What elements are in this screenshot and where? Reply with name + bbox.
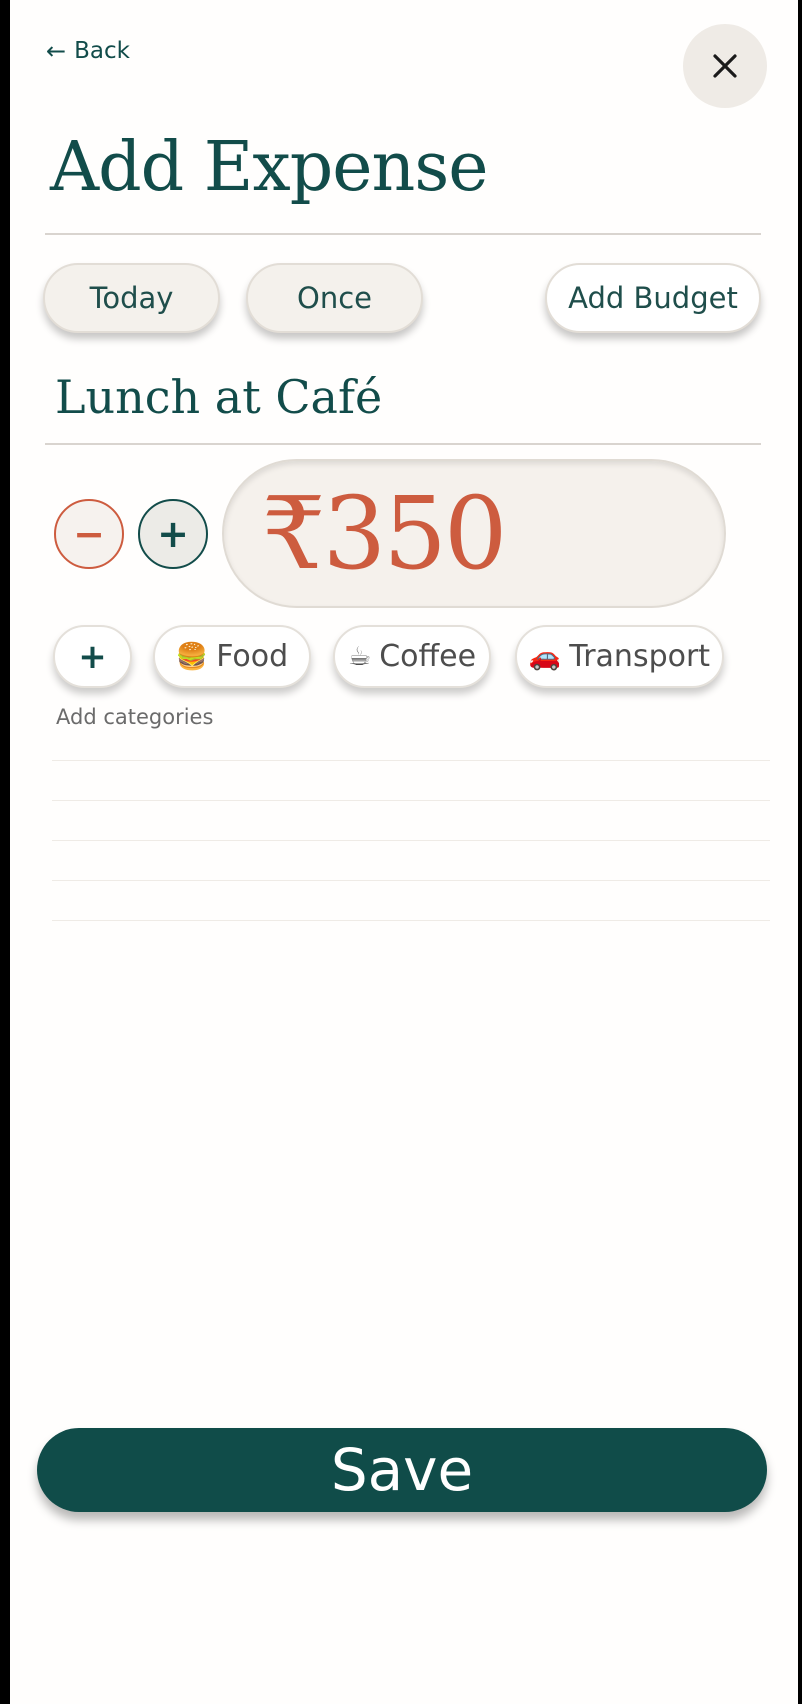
- increment-button[interactable]: +: [138, 499, 208, 569]
- ruled-line: [52, 920, 770, 921]
- add-category-button[interactable]: +: [53, 625, 132, 688]
- back-button[interactable]: ← Back: [46, 36, 130, 66]
- title-divider: [45, 233, 761, 235]
- category-chip-transport[interactable]: 🚗 Transport: [515, 625, 724, 688]
- page-title: Add Expense: [50, 128, 488, 207]
- add-budget-button[interactable]: Add Budget: [545, 263, 761, 333]
- amount-input[interactable]: ₹350: [222, 459, 726, 608]
- category-label: Coffee: [379, 639, 477, 674]
- description-underline: [45, 443, 761, 445]
- amount-value: ₹350: [262, 475, 507, 592]
- date-selector-button[interactable]: Today: [43, 263, 220, 333]
- frequency-selector-button[interactable]: Once: [246, 263, 423, 333]
- close-icon: [713, 54, 737, 78]
- ruled-line: [52, 800, 770, 801]
- ruled-line: [52, 760, 770, 761]
- ruled-line: [52, 840, 770, 841]
- back-label: Back: [74, 38, 130, 64]
- category-label: Transport: [569, 639, 711, 674]
- burger-icon: 🍔: [175, 641, 209, 672]
- arrow-left-icon: ←: [46, 37, 67, 65]
- categories-hint: Add categories: [56, 705, 214, 729]
- close-button[interactable]: [683, 24, 767, 108]
- car-icon: 🚗: [528, 641, 562, 672]
- category-label: Food: [216, 639, 289, 674]
- add-expense-screen: ← Back Add Expense Today Once Add Budget…: [10, 0, 798, 1704]
- save-button[interactable]: Save: [37, 1428, 767, 1512]
- coffee-icon: ☕: [347, 641, 372, 672]
- category-chip-coffee[interactable]: ☕ Coffee: [333, 625, 491, 688]
- category-chip-food[interactable]: 🍔 Food: [153, 625, 311, 688]
- decrement-button[interactable]: −: [54, 499, 124, 569]
- ruled-line: [52, 880, 770, 881]
- description-input[interactable]: Lunch at Café: [55, 370, 382, 424]
